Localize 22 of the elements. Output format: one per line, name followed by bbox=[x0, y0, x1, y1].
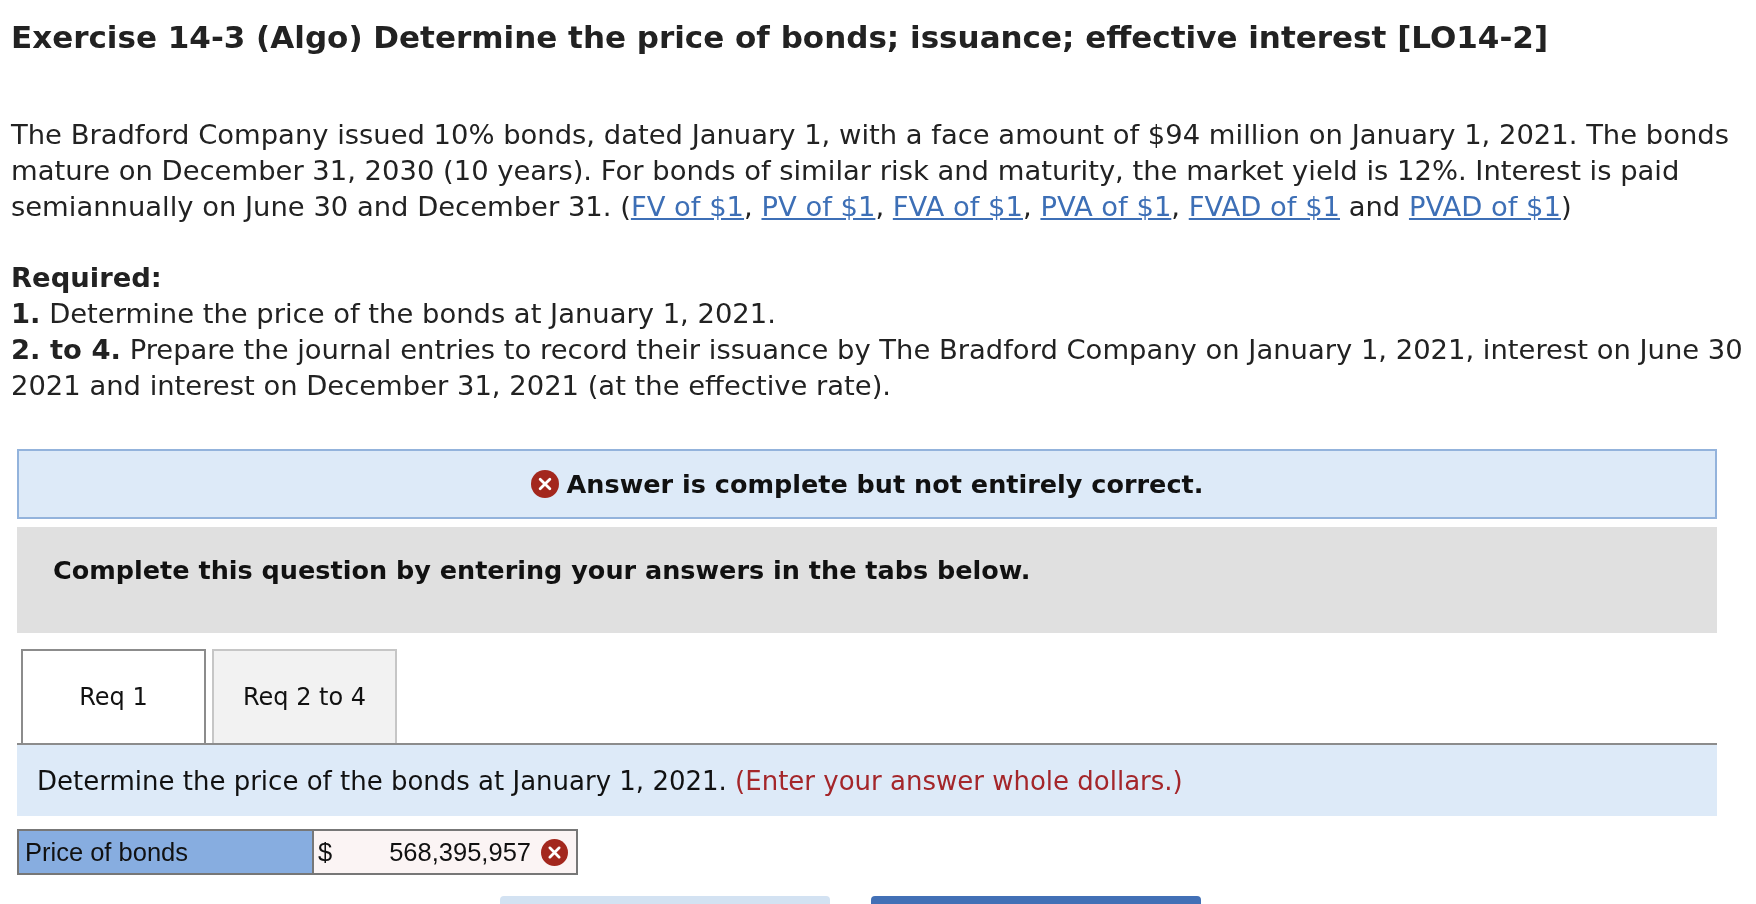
currency-symbol: $ bbox=[318, 837, 333, 867]
answer-value: 568,395,957 bbox=[389, 837, 531, 867]
table-link[interactable]: FVAD of $1 bbox=[1188, 191, 1340, 222]
nav-button[interactable] bbox=[500, 896, 830, 904]
exercise-title: Exercise 14-3 (Algo) Determine the price of bonds; issuance; effective interest [LO14-2] bbox=[11, 19, 1549, 55]
nav-button[interactable] bbox=[871, 896, 1201, 904]
requirement-text: 2. to 4. Prepare the journal entries to record their issuance by The Bradford Company on January 1, 2021, interest on June 30 2021 and interest on December 31, 2021 (at the effective rate). bbox=[11, 333, 1743, 403]
label-cell: Price of bonds bbox=[17, 829, 313, 875]
problem-paragraph: The Bradford Company issued 10% bonds, dated January 1, with a face amount of $94 million on January 1, 2021. The bonds mature on December 31, 2030 (10 years). For bonds of similar risk and maturity, the market yield is 12%. Interest is paid semiannually on June 30 and December 31. (FV of $1, PV of $1, FVA of $1, PVA of $1, FVAD of $1 and PVAD of $1) bbox=[11, 118, 1729, 224]
table-link[interactable]: FV of $1 bbox=[630, 191, 745, 222]
prompt-text: Determine the price of the bonds at January 1, 2021. (Enter your answer whole dollars.) bbox=[37, 765, 1183, 796]
table-link[interactable]: PVAD of $1 bbox=[1408, 191, 1561, 222]
tab[interactable]: Req 1 bbox=[21, 649, 206, 743]
feedback-message: Answer is complete but not entirely correct. bbox=[566, 469, 1204, 499]
table-link[interactable]: PV of $1 bbox=[761, 191, 876, 222]
instruction-text: Complete this question by entering your answers in the tabs below. bbox=[53, 555, 1031, 585]
requirement-text: 1. Determine the price of the bonds at January 1, 2021. bbox=[11, 297, 776, 331]
table-link[interactable]: FVA of $1 bbox=[892, 191, 1023, 222]
answer-field[interactable]: $ 568,395,957 bbox=[313, 829, 578, 875]
tab[interactable]: Req 2 to 4 bbox=[212, 649, 397, 743]
table-link[interactable]: PVA of $1 bbox=[1040, 191, 1172, 222]
required-heading: Required: bbox=[11, 261, 162, 295]
